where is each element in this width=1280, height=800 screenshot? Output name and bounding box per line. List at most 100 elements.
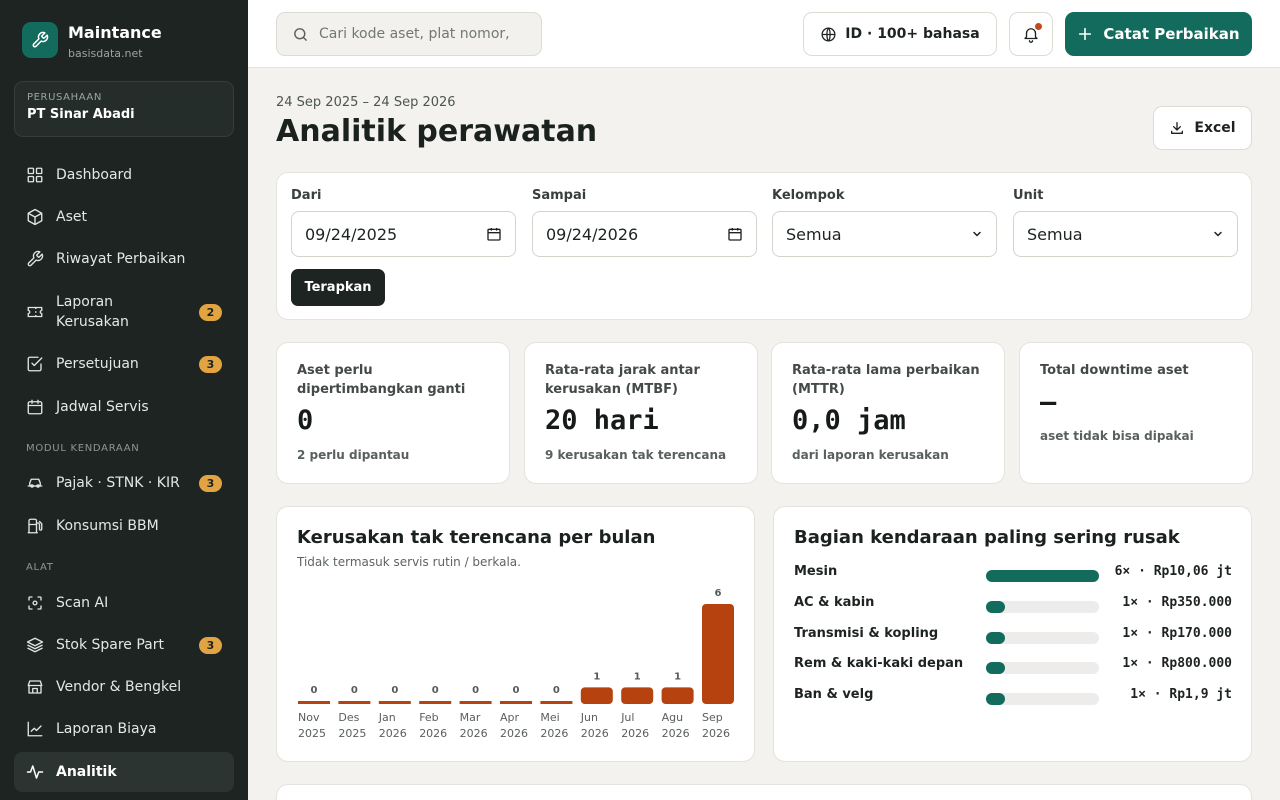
x-tick-label: Des: [338, 711, 359, 724]
sidebar-item-label: Jadwal Servis: [56, 399, 149, 415]
notifications-button[interactable]: [1009, 12, 1053, 56]
sidebar-item-label: Konsumsi BBM: [56, 518, 159, 534]
part-name: Ban & velg: [794, 687, 874, 703]
sidebar-item-laporan-kerusakan[interactable]: Laporan Kerusakan 2: [14, 291, 234, 333]
store-icon: [27, 680, 43, 694]
unit-select[interactable]: Semua: [1013, 211, 1238, 257]
to-date-value: 09/24/2026: [546, 224, 639, 244]
chart-bar: [459, 701, 492, 704]
sidebar-item-label: Laporan Biaya: [56, 721, 157, 737]
notification-dot: [1035, 23, 1042, 30]
x-tick-label: 2025: [298, 727, 326, 740]
sidebar-item-vendor-bengkel[interactable]: Vendor & Bengkel: [14, 672, 234, 702]
x-tick-label: Jun: [580, 711, 598, 724]
sidebar-item-jadwal-servis[interactable]: Jadwal Servis: [14, 392, 234, 422]
part-bar-fill: [986, 693, 1005, 706]
chart-bar: [580, 687, 613, 704]
language-label: ID · 100+ bahasa: [845, 26, 980, 42]
sidebar-item-label: Vendor & Bengkel: [56, 679, 182, 695]
parts-title: Bagian kendaraan paling sering rusak: [794, 527, 1180, 548]
wrench-logo-icon: [22, 22, 58, 58]
ticket-icon: [27, 306, 43, 318]
kpi-value: 0,0 jam: [792, 405, 906, 436]
x-tick-label: 2026: [379, 727, 407, 740]
kpi-value: —: [1040, 387, 1057, 418]
x-tick-label: 2026: [500, 727, 528, 740]
x-tick-label: Apr: [500, 711, 520, 724]
sidebar-item-stok-spare-part[interactable]: Stok Spare Part 3: [14, 630, 234, 660]
from-label: Dari: [291, 188, 322, 203]
sidebar-item-scan-ai[interactable]: Scan AI: [14, 588, 234, 618]
x-tick-label: 2026: [419, 727, 447, 740]
sidebar-item-pajak-stnk-kir[interactable]: Pajak · STNK · KIR 3: [14, 468, 234, 498]
sidebar-item-riwayat-perbaikan[interactable]: Riwayat Perbaikan: [14, 244, 234, 274]
search-input[interactable]: [319, 26, 529, 42]
export-excel-label: Excel: [1194, 120, 1236, 136]
kpi-value: 20 hari: [545, 405, 659, 436]
unit-label: Unit: [1013, 188, 1044, 203]
sidebar-item-aset[interactable]: Aset: [14, 202, 234, 232]
sidebar-item-label: Riwayat Perbaikan: [56, 251, 186, 267]
part-name: Transmisi & kopling: [794, 625, 939, 641]
part-value: 1× · Rp350.000: [1122, 594, 1232, 610]
section-label-tools: ALAT: [26, 562, 54, 573]
grid-icon: [27, 167, 43, 183]
x-tick-label: Jul: [620, 711, 634, 724]
part-row: Transmisi & kopling 1× · Rp170.000: [794, 626, 1232, 646]
record-repair-button[interactable]: Catat Perbaikan: [1065, 12, 1252, 56]
x-tick-label: Jan: [378, 711, 396, 724]
part-bar-fill: [986, 570, 1099, 582]
from-date-value: 09/24/2025: [305, 224, 398, 244]
sidebar-item-konsumsi-bbm[interactable]: Konsumsi BBM: [14, 511, 234, 541]
sidebar-item-label: Scan AI: [56, 595, 109, 611]
unit-select-value: Semua: [1027, 224, 1083, 244]
from-date-input[interactable]: 09/24/2025: [291, 211, 516, 257]
scan-icon: [28, 596, 42, 610]
line-chart-icon: [27, 721, 43, 737]
group-select[interactable]: Semua: [772, 211, 997, 257]
sidebar-item-analitik[interactable]: Analitik: [14, 752, 234, 792]
x-tick-label: 2026: [460, 727, 488, 740]
kpi-title: Total downtime aset: [1040, 363, 1189, 378]
bar-value-label: 0: [553, 685, 560, 696]
x-tick-label: Mar: [460, 711, 481, 724]
count-badge: 3: [199, 474, 222, 492]
language-button[interactable]: ID · 100+ bahasa: [803, 12, 997, 56]
kpi-subtext: aset tidak bisa dipakai: [1040, 429, 1194, 443]
part-row: Ban & velg 1× · Rp1,9 jt: [794, 687, 1232, 707]
chart-bar: [540, 701, 573, 704]
kpi-card-downtime: Total downtime aset — aset tidak bisa di…: [1019, 342, 1253, 484]
kpi-card-mttr: Rata-rata lama perbaikan (MTTR) 0,0 jam …: [771, 342, 1005, 484]
kpi-card-mtbf: Rata-rata jarak antar kerusakan (MTBF) 2…: [524, 342, 758, 484]
chart-bar: [500, 701, 532, 704]
sidebar-item-dashboard[interactable]: Dashboard: [14, 160, 234, 190]
chart-bar: [621, 687, 654, 704]
sidebar-item-persetujuan[interactable]: Persetujuan 3: [14, 349, 234, 379]
part-bar-fill: [986, 662, 1005, 675]
part-bar-track: [986, 662, 1099, 675]
wrench-icon: [27, 250, 44, 267]
bar-value-label: 1: [634, 671, 641, 682]
part-bar-track: [986, 693, 1099, 706]
app-name: Maintance: [68, 23, 162, 42]
x-tick-label: Nov: [298, 711, 320, 724]
sidebar-item-laporan-biaya[interactable]: Laporan Biaya: [14, 714, 234, 744]
export-excel-button[interactable]: Excel: [1153, 106, 1252, 150]
company-switcher[interactable]: PERUSAHAAN PT Sinar Abadi: [14, 81, 234, 137]
chart-bar: [702, 604, 734, 704]
brand[interactable]: Maintance basisdata.net: [22, 22, 162, 60]
kpi-title: Rata-rata jarak antar kerusakan (MTBF): [545, 363, 700, 397]
apply-filter-button[interactable]: Terapkan: [291, 269, 385, 306]
part-bar-track: [986, 600, 1099, 613]
to-date-input[interactable]: 09/24/2026: [532, 211, 757, 257]
search-box[interactable]: [276, 12, 542, 56]
download-icon: [1171, 122, 1184, 134]
kpi-value: 0: [297, 405, 314, 436]
part-name: Mesin: [794, 564, 838, 579]
part-name: Rem & kaki-kaki depan: [794, 656, 964, 672]
chart-bar: [378, 701, 411, 704]
topbar: ID · 100+ bahasa Catat Perbaikan: [248, 0, 1280, 68]
filter-card: Dari 09/24/2025 Sampai 09/24/2026 Kelomp…: [276, 172, 1252, 320]
group-select-value: Semua: [786, 224, 842, 244]
part-row: AC & kabin 1× · Rp350.000: [794, 595, 1232, 615]
